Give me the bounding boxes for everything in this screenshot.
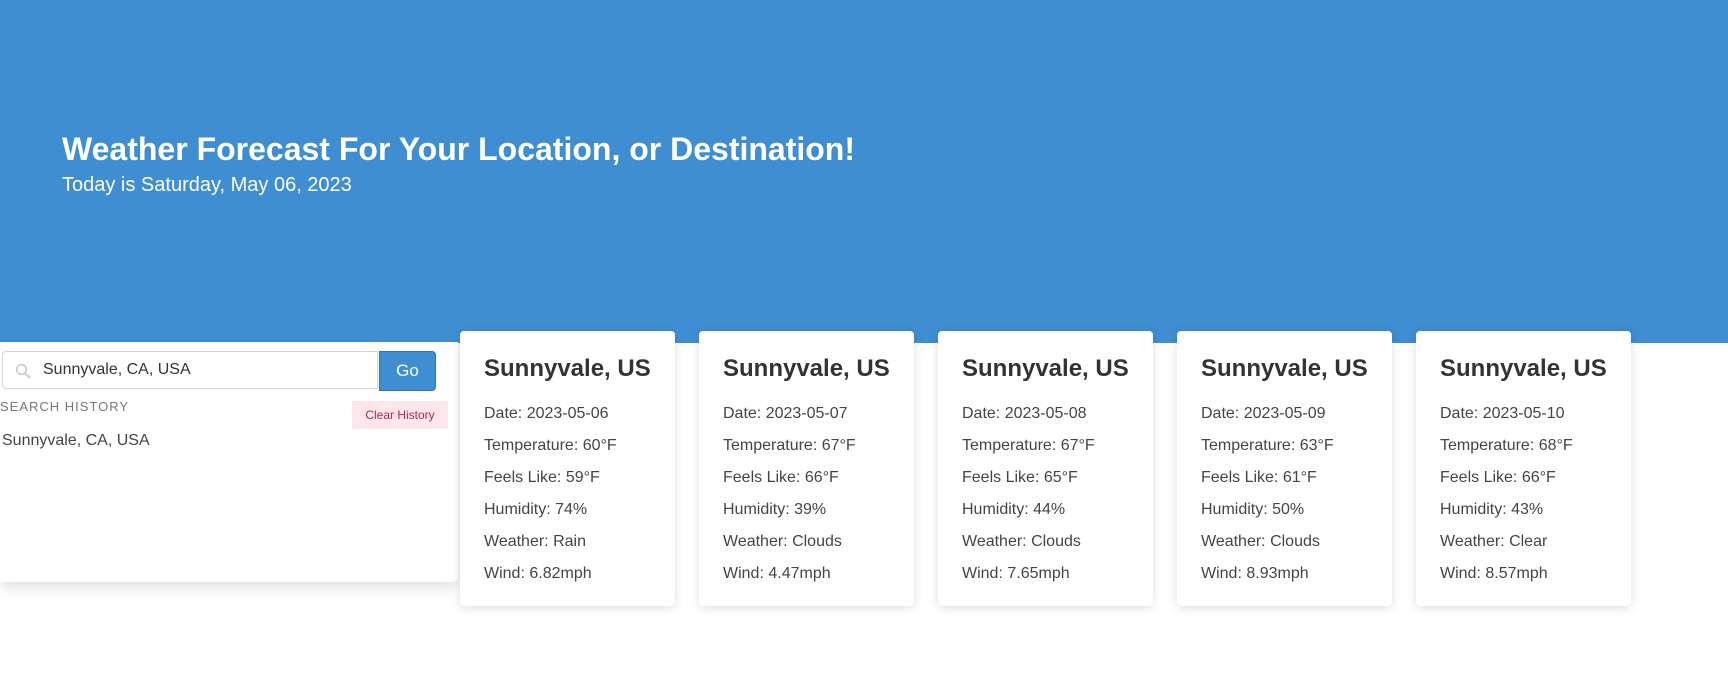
forecast-date: Date: 2023-05-06 xyxy=(484,405,609,422)
page-title: Weather Forecast For Your Location, or D… xyxy=(62,131,855,167)
forecast-temperature: Temperature: 67°F xyxy=(723,437,856,454)
forecast-feels-like: Feels Like: 66°F xyxy=(1440,469,1556,486)
forecast-city: Sunnyvale, US xyxy=(962,355,1129,382)
forecast-date: Date: 2023-05-10 xyxy=(1440,405,1565,422)
forecast-humidity: Humidity: 39% xyxy=(723,501,827,518)
forecast-date: Date: 2023-05-09 xyxy=(1201,405,1326,422)
go-button[interactable]: Go xyxy=(379,351,436,391)
forecast-feels-like: Feels Like: 66°F xyxy=(723,469,839,486)
forecast-wind: Wind: 6.82mph xyxy=(484,565,592,582)
forecast-wind: Wind: 8.93mph xyxy=(1201,565,1309,582)
search-input[interactable] xyxy=(43,352,373,388)
hero-banner: Weather Forecast For Your Location, or D… xyxy=(0,0,1728,343)
forecast-feels-like: Feels Like: 59°F xyxy=(484,469,600,486)
current-date-text: Today is Saturday, May 06, 2023 xyxy=(62,174,352,196)
forecast-humidity: Humidity: 50% xyxy=(1201,501,1305,518)
forecast-city: Sunnyvale, US xyxy=(1201,355,1368,382)
forecast-weather: Weather: Clear xyxy=(1440,533,1548,550)
forecast-city: Sunnyvale, US xyxy=(723,355,890,382)
forecast-weather: Weather: Rain xyxy=(484,533,586,550)
forecast-temperature: Temperature: 67°F xyxy=(962,437,1095,454)
forecast-city: Sunnyvale, US xyxy=(484,355,651,382)
forecast-humidity: Humidity: 43% xyxy=(1440,501,1544,518)
search-history-title: SEARCH HISTORY xyxy=(0,399,130,414)
forecast-temperature: Temperature: 60°F xyxy=(484,437,617,454)
forecast-wind: Wind: 4.47mph xyxy=(723,565,831,582)
forecast-card: Sunnyvale, US Date: 2023-05-07 Temperatu… xyxy=(699,331,914,606)
search-icon xyxy=(15,363,31,379)
history-item[interactable]: Sunnyvale, CA, USA xyxy=(2,432,150,450)
forecast-city: Sunnyvale, US xyxy=(1440,355,1607,382)
forecast-feels-like: Feels Like: 61°F xyxy=(1201,469,1317,486)
clear-history-button[interactable]: Clear History xyxy=(352,401,448,429)
forecast-wind: Wind: 8.57mph xyxy=(1440,565,1548,582)
forecast-card: Sunnyvale, US Date: 2023-05-08 Temperatu… xyxy=(938,331,1153,606)
forecast-date: Date: 2023-05-08 xyxy=(962,405,1087,422)
forecast-humidity: Humidity: 74% xyxy=(484,501,588,518)
forecast-weather: Weather: Clouds xyxy=(1201,533,1320,550)
search-box xyxy=(2,351,378,389)
forecast-temperature: Temperature: 68°F xyxy=(1440,437,1573,454)
forecast-weather: Weather: Clouds xyxy=(723,533,842,550)
search-history-list: Sunnyvale, CA, USA xyxy=(2,432,150,450)
forecast-weather: Weather: Clouds xyxy=(962,533,1081,550)
search-panel: Go SEARCH HISTORY Clear History Sunnyval… xyxy=(0,342,458,582)
forecast-wind: Wind: 7.65mph xyxy=(962,565,1070,582)
forecast-humidity: Humidity: 44% xyxy=(962,501,1066,518)
forecast-date: Date: 2023-05-07 xyxy=(723,405,848,422)
forecast-feels-like: Feels Like: 65°F xyxy=(962,469,1078,486)
forecast-card: Sunnyvale, US Date: 2023-05-09 Temperatu… xyxy=(1177,331,1392,606)
forecast-card: Sunnyvale, US Date: 2023-05-10 Temperatu… xyxy=(1416,331,1631,606)
forecast-temperature: Temperature: 63°F xyxy=(1201,437,1334,454)
forecast-card: Sunnyvale, US Date: 2023-05-06 Temperatu… xyxy=(460,331,675,606)
